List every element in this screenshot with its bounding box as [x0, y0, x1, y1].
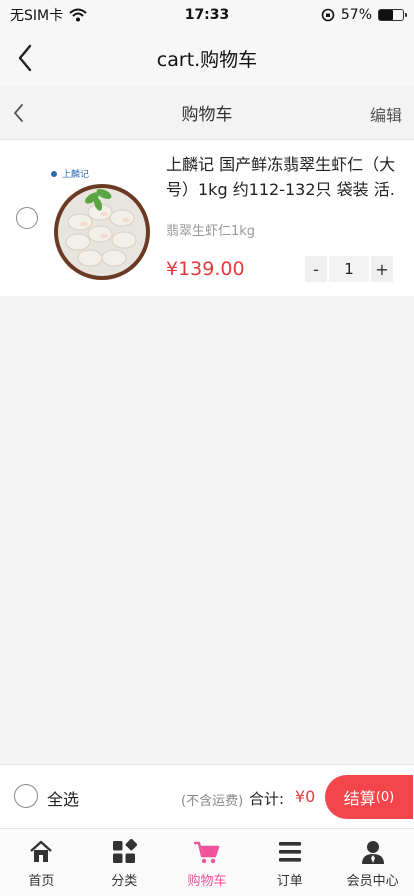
battery-percent: 57%	[340, 7, 372, 23]
tab-orders-label: 订单	[276, 874, 303, 889]
product-price: ¥139.00	[166, 258, 245, 280]
user-icon	[361, 841, 384, 864]
list-icon	[278, 842, 301, 862]
product-title[interactable]: 上麟记 国产鲜冻翡翠生虾仁（大号）1kg 约112-132只 袋装 活.	[166, 152, 402, 202]
status-left: 无SIM卡	[10, 5, 87, 25]
quantity-stepper: - 1 +	[305, 256, 393, 282]
cart-header-title: 购物车	[181, 105, 233, 125]
battery-fill	[379, 10, 393, 20]
page-title: cart.购物车	[156, 48, 258, 71]
carrier-label: 无SIM卡	[10, 8, 64, 24]
tab-category[interactable]: 分类	[83, 829, 166, 896]
select-all-radio[interactable]	[14, 784, 38, 808]
nav-bar: cart.购物车	[0, 30, 414, 86]
category-icon	[113, 839, 138, 863]
cart-header: 购物车 编辑	[0, 86, 414, 140]
tab-home-label: 首页	[28, 874, 55, 889]
cart-icon	[193, 841, 220, 864]
product-spec: 翡翠生虾仁1kg	[166, 224, 256, 239]
tab-member[interactable]: 会员中心	[331, 829, 414, 896]
tab-bar: 首页 分类 购物车 订单 会员中心	[0, 828, 414, 896]
total-label: 合计:	[249, 790, 285, 808]
checkout-button[interactable]: 结算 (0)	[325, 775, 413, 819]
tab-member-label: 会员中心	[346, 874, 399, 889]
item-select-radio[interactable]	[16, 207, 38, 229]
chevron-left-icon[interactable]	[10, 102, 28, 124]
battery-icon	[378, 9, 407, 21]
tab-category-label: 分类	[111, 874, 138, 889]
checkout-label: 结算	[343, 789, 376, 808]
wifi-icon	[69, 8, 87, 22]
tab-orders[interactable]: 订单	[248, 829, 331, 896]
product-image[interactable]: 上麟记	[50, 154, 154, 286]
shipping-note: (不含运费)	[181, 794, 244, 809]
status-right: 57%	[321, 7, 407, 23]
tab-home[interactable]: 首页	[0, 829, 83, 896]
status-bar: 无SIM卡 17:33 57%	[0, 0, 414, 30]
tab-cart-label: 购物车	[187, 874, 227, 889]
cart-item: 上麟记 上麟记 国产鲜冻翡翠生虾仁（大号）1kg 约112-132只 袋装 活.…	[0, 140, 414, 296]
rotation-lock-icon	[321, 8, 335, 22]
decrease-quantity-button[interactable]: -	[305, 256, 327, 282]
increase-quantity-button[interactable]: +	[371, 256, 393, 282]
edit-button[interactable]: 编辑	[370, 102, 402, 126]
checkout-count: (0)	[375, 789, 395, 805]
back-arrow-icon[interactable]	[14, 42, 36, 74]
home-icon	[30, 840, 53, 862]
quantity-input[interactable]: 1	[329, 256, 369, 282]
brand-logo: 上麟记	[62, 168, 89, 180]
total-value: ¥0	[295, 787, 316, 806]
select-all-label[interactable]: 全选	[47, 786, 79, 810]
tab-cart[interactable]: 购物车	[166, 829, 249, 896]
checkout-bar: 全选 (不含运费) 合计: ¥0 结算 (0)	[0, 764, 414, 828]
